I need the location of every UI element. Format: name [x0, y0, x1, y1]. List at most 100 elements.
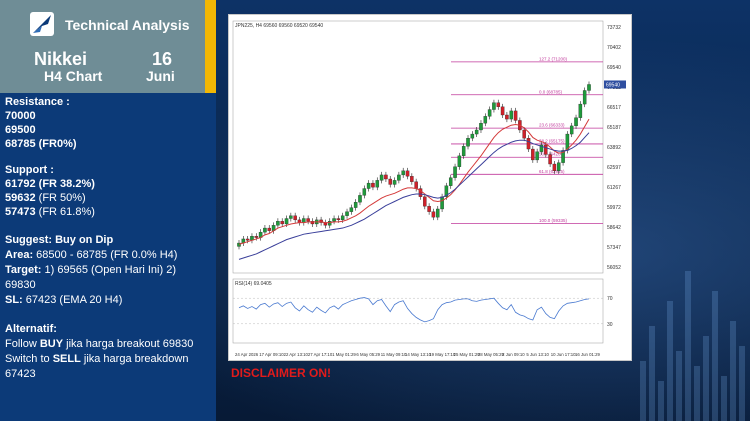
candle-body	[557, 162, 561, 171]
alt-line1-a: Follow	[5, 338, 40, 350]
candle-body	[587, 84, 591, 91]
target-value: 1) 69565 (Open Hari Ini) 2)	[41, 264, 176, 276]
area-label: Area:	[5, 249, 34, 261]
candle-body	[276, 221, 280, 226]
candle-body	[431, 211, 436, 218]
candle-body	[526, 137, 531, 150]
support-note-3: (FR 61.8%)	[35, 206, 95, 218]
background-building	[658, 381, 664, 421]
y-tick-label: 59972	[607, 205, 621, 211]
candle-body	[379, 174, 384, 181]
date-month: Juni	[146, 68, 175, 84]
candle-body	[371, 182, 375, 188]
candle-body	[284, 218, 289, 225]
instrument-name: Nikkei	[34, 49, 88, 69]
candle-body	[375, 180, 380, 188]
candle-body	[362, 188, 367, 196]
candle-body	[358, 195, 362, 203]
candle-body	[448, 177, 453, 186]
candle-body	[332, 218, 336, 222]
sl-value: 67423 (EMA 20 H4)	[22, 294, 123, 306]
candle-body	[245, 238, 250, 241]
support-value-3: 57473	[5, 206, 36, 218]
x-tick-label: 19 May 17:10	[429, 352, 456, 357]
area-line: Area: 68500 - 68785 (FR 0.0% H4)	[5, 249, 177, 261]
background-building	[694, 366, 700, 421]
background-building	[730, 321, 736, 421]
candle-body	[327, 221, 332, 226]
alt-line2-c: jika harga breakdown	[80, 353, 189, 365]
candle-body	[397, 174, 401, 181]
alt-line2-a: Switch to	[5, 353, 53, 365]
chart-canvas: JPN225, H4 69560 69560 69520 69540 73732 7…	[232, 20, 626, 357]
candle-body	[548, 154, 552, 165]
header-title: Technical Analysis	[65, 17, 190, 33]
background-building	[721, 376, 727, 421]
x-tick-label: 10 Jun 17:10	[551, 352, 576, 357]
candle-body	[466, 137, 470, 147]
candle-body	[423, 196, 427, 207]
y-tick-label: 61267	[607, 185, 621, 191]
candle-body	[509, 110, 513, 120]
support-level-1: 61792 (FR 38.2%)	[5, 178, 95, 190]
price-chart: JPN225, H4 69560 69560 69520 69540 73732 7…	[228, 14, 632, 361]
candle-body	[410, 176, 414, 182]
analysis-panel: Resistance : 70000 69500 68785 (FR0%) Su…	[0, 93, 216, 421]
support-value-1: 61792	[5, 178, 36, 190]
y-tick-label: 58642	[607, 225, 621, 231]
x-tick-label: 2 Jun 09:10	[502, 352, 525, 357]
y-tick-label: 66517	[607, 105, 621, 111]
alternatif-title: Alternatif:	[5, 323, 57, 335]
fib-level-label: 0.0 (68785)	[539, 89, 563, 94]
support-note-2: (FR 50%)	[35, 192, 86, 204]
candle-body	[535, 151, 539, 161]
support-value-2: 59632	[5, 192, 36, 204]
candle-body	[470, 133, 475, 139]
candle-body	[353, 202, 358, 208]
sl-line: SL: 67423 (EMA 20 H4)	[5, 294, 122, 306]
area-value: 68500 - 68785 (FR 0.0% H4)	[33, 249, 178, 261]
resistance-level-2: 69500	[5, 124, 36, 136]
candle-body	[388, 178, 392, 185]
candle-body	[384, 174, 388, 180]
header-card: Technical Analysis Nikkei H4 Chart 16 Ju…	[0, 0, 216, 93]
candle-body	[496, 102, 501, 107]
candle-body	[505, 114, 509, 120]
background-building	[703, 336, 709, 421]
target-label: Target:	[5, 264, 42, 276]
candle-body	[306, 218, 310, 222]
alternatif-line-3: 67423	[5, 368, 36, 380]
background-building	[649, 326, 655, 421]
y-tick-label: 57347	[607, 245, 621, 251]
candle-body	[336, 218, 341, 221]
background-building	[685, 271, 691, 421]
candle-body	[349, 207, 354, 212]
candle-body	[440, 196, 444, 210]
x-tick-label: 25 May 01:29	[454, 352, 481, 357]
resistance-level-1: 70000	[5, 110, 36, 122]
candle-body	[487, 109, 492, 117]
y-tick-label: 73732	[607, 25, 621, 31]
target-line: Target: 1) 69565 (Open Hari Ini) 2)	[5, 264, 176, 276]
candle-body	[483, 116, 488, 124]
candle-body	[531, 148, 535, 161]
candle-body	[289, 215, 293, 219]
candle-body	[569, 125, 574, 135]
chart-timeframe: H4 Chart	[44, 68, 103, 84]
candle-body	[392, 180, 397, 185]
header-accent-bar	[205, 0, 216, 93]
background-building	[676, 351, 682, 421]
logo-icon	[30, 12, 54, 36]
y-tick-label: 62597	[607, 165, 621, 171]
candle-body	[345, 211, 349, 216]
background-building	[739, 346, 745, 421]
x-tick-label: 1 May 01:29	[332, 352, 356, 357]
fib-level-label: 100.0 (59335)	[539, 218, 568, 223]
x-tick-label: 6 May 05:29	[356, 352, 380, 357]
candle-body	[366, 182, 371, 189]
y-tick-label: 56052	[607, 265, 621, 271]
candle-body	[479, 123, 483, 131]
candle-body	[436, 208, 440, 218]
candle-body	[578, 103, 583, 118]
y-tick-label: 65187	[607, 125, 621, 131]
